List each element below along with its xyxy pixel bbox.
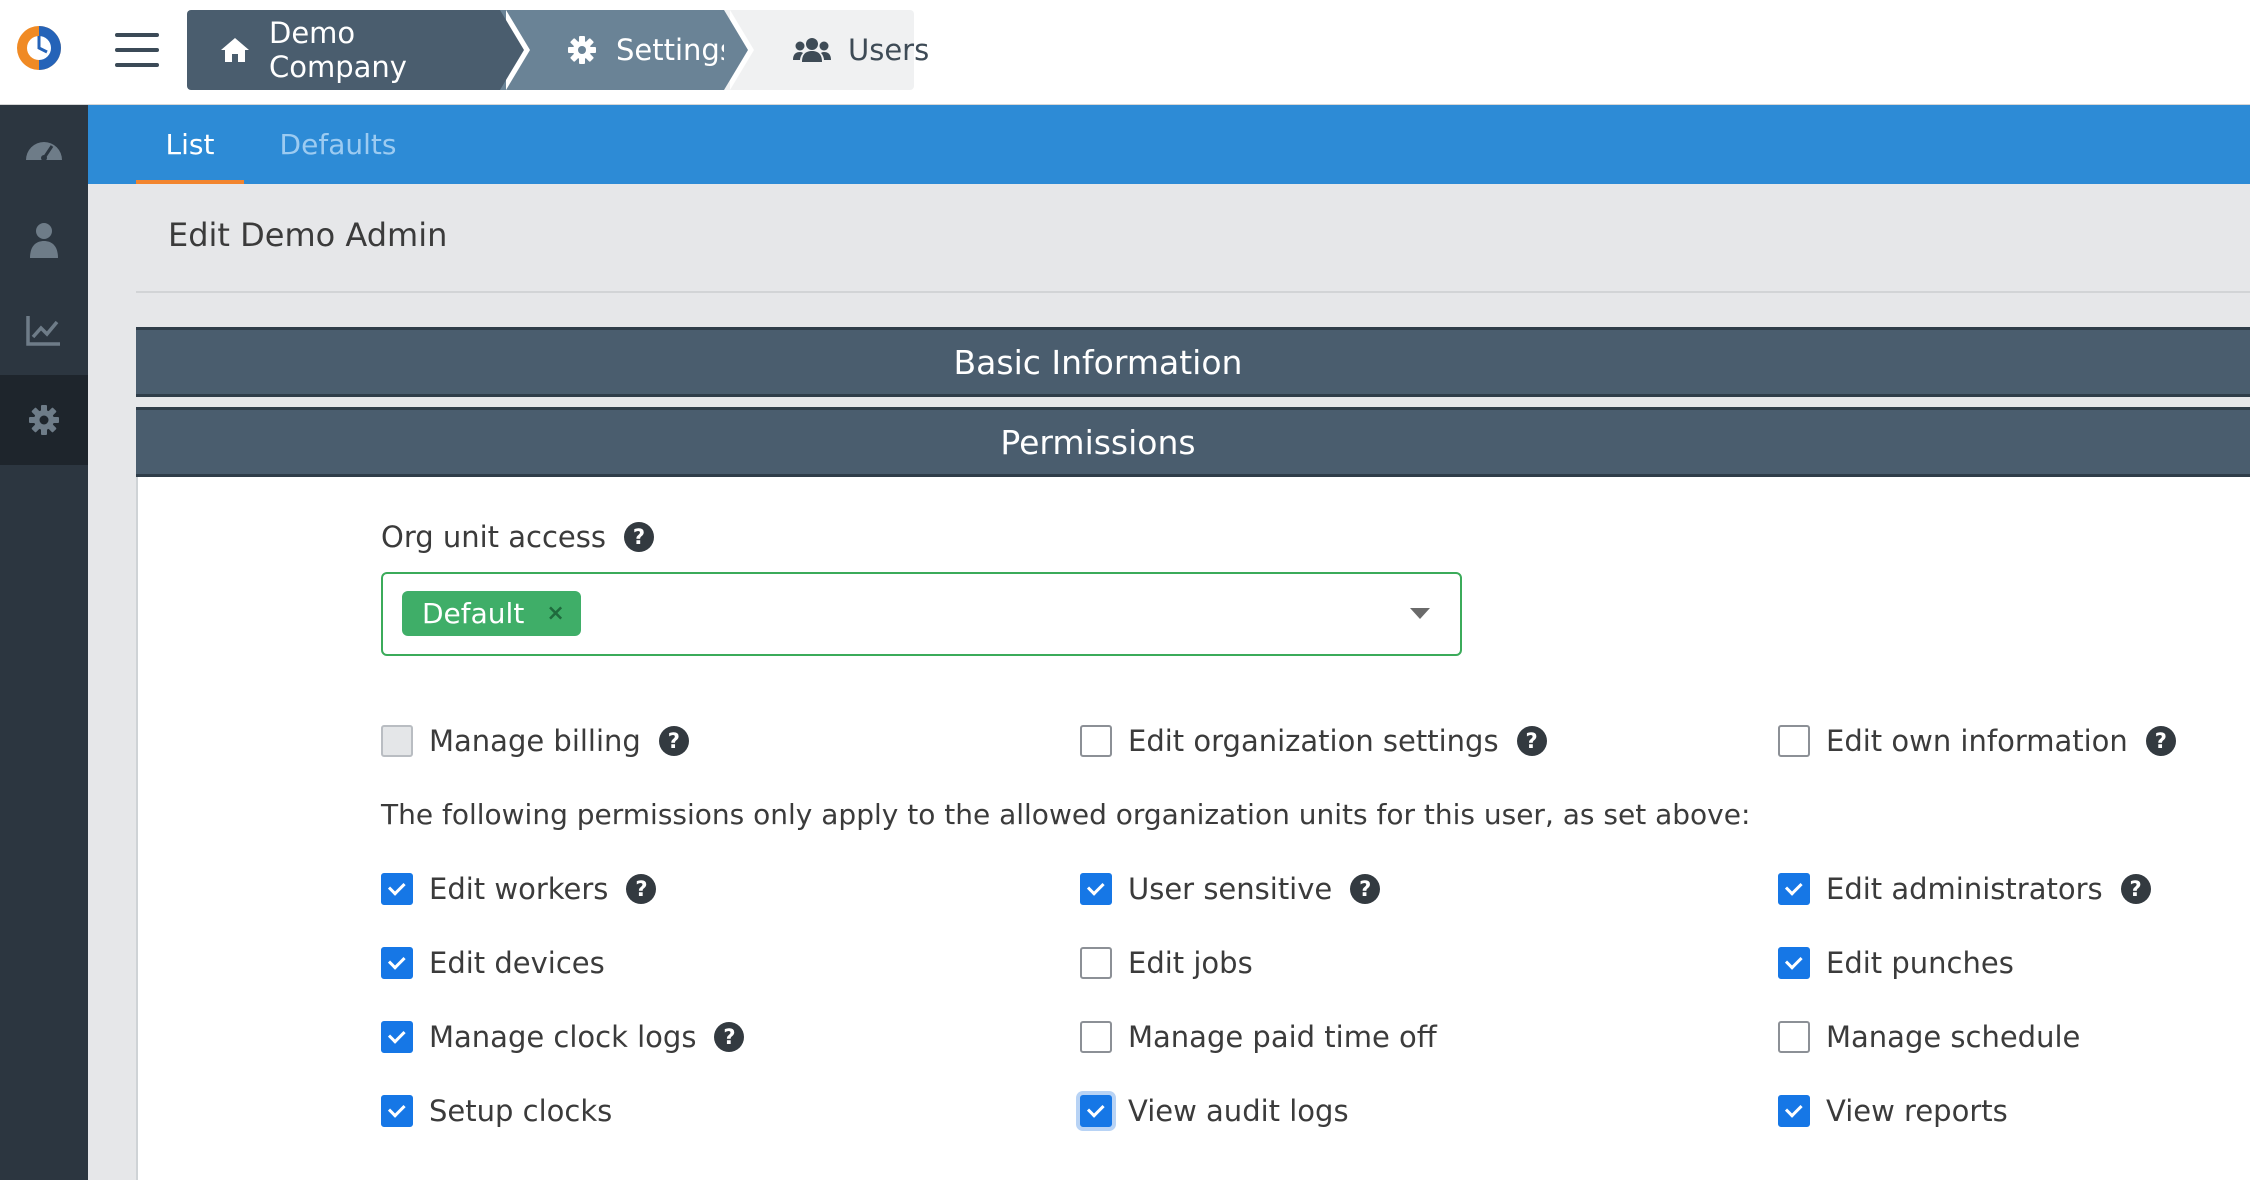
checkbox[interactable]	[381, 725, 413, 757]
breadcrumb-separator	[500, 10, 524, 90]
checkbox[interactable]	[1080, 947, 1112, 979]
permission-manage-billing: Manage billing ?	[381, 724, 689, 758]
remove-tag-icon[interactable]: ×	[546, 601, 564, 626]
permission-manage-schedule: Manage schedule	[1778, 1020, 2080, 1054]
checkbox[interactable]	[1778, 725, 1810, 757]
breadcrumb: Demo Company Settings Users	[187, 10, 929, 90]
field-label-text: Org unit access	[381, 520, 606, 554]
permission-label: Edit punches	[1826, 946, 2014, 980]
checkbox[interactable]	[1080, 1021, 1112, 1053]
app-logo[interactable]	[14, 23, 64, 73]
help-icon[interactable]: ?	[2120, 874, 2151, 904]
checkbox[interactable]	[1778, 1095, 1810, 1127]
permission-manage-clock-logs: Manage clock logs ?	[381, 1020, 745, 1054]
dashboard-icon	[24, 130, 64, 170]
permission-label: Manage clock logs	[429, 1020, 697, 1054]
top-bar: Demo Company Settings Users	[0, 0, 2250, 105]
permissions-note: The following permissions only apply to …	[381, 798, 1751, 831]
menu-toggle-button[interactable]	[115, 33, 159, 67]
permission-label: Edit own information	[1826, 724, 2128, 758]
permission-label: Manage paid time off	[1128, 1020, 1437, 1054]
breadcrumb-label: Settings	[616, 33, 735, 67]
permission-edit-organization-settings: Edit organization settings ?	[1080, 724, 1547, 758]
permission-label: View audit logs	[1128, 1094, 1349, 1128]
checkbox[interactable]	[381, 873, 413, 905]
tab-defaults[interactable]: Defaults	[268, 105, 408, 184]
permission-label: Edit administrators	[1826, 872, 2103, 906]
sidebar-item-reports[interactable]	[0, 285, 88, 375]
checkbox[interactable]	[381, 1021, 413, 1053]
page-title: Edit Demo Admin	[168, 216, 448, 254]
breadcrumb-company[interactable]: Demo Company	[187, 10, 530, 90]
tab-bar: List Defaults	[88, 105, 2250, 184]
breadcrumb-label: Users	[848, 33, 930, 67]
breadcrumb-separator	[724, 10, 748, 90]
permission-view-audit-logs: View audit logs	[1080, 1094, 1349, 1128]
permission-edit-workers: Edit workers ?	[381, 872, 657, 906]
permission-label: Manage billing	[429, 724, 641, 758]
gear-icon	[26, 402, 62, 438]
sidebar-item-settings[interactable]	[0, 375, 88, 465]
permission-edit-administrators: Edit administrators ?	[1778, 872, 2151, 906]
checkbox[interactable]	[381, 1095, 413, 1127]
permission-label: View reports	[1826, 1094, 2008, 1128]
checkbox[interactable]	[1778, 873, 1810, 905]
permission-label: Edit jobs	[1128, 946, 1253, 980]
checkbox[interactable]	[1778, 947, 1810, 979]
permission-label: User sensitive	[1128, 872, 1333, 906]
hamburger-line	[115, 63, 159, 67]
sidebar-item-dashboard[interactable]	[0, 105, 88, 195]
selected-tag: Default ×	[402, 591, 581, 636]
permission-label: Setup clocks	[429, 1094, 613, 1128]
permission-view-reports: View reports	[1778, 1094, 2008, 1128]
permission-manage-paid-time-off: Manage paid time off	[1080, 1020, 1437, 1054]
permission-user-sensitive: User sensitive ?	[1080, 872, 1381, 906]
section-permissions[interactable]: Permissions	[136, 407, 2250, 477]
permission-label: Edit organization settings	[1128, 724, 1499, 758]
checkbox[interactable]	[1080, 1095, 1112, 1127]
permission-label: Edit devices	[429, 946, 605, 980]
permission-label: Manage schedule	[1826, 1020, 2081, 1054]
breadcrumb-label: Demo Company	[269, 16, 407, 84]
help-icon[interactable]: ?	[1350, 874, 1381, 904]
gear-icon	[564, 32, 600, 68]
chart-icon	[24, 310, 64, 350]
section-basic-information[interactable]: Basic Information	[136, 327, 2250, 397]
checkbox[interactable]	[381, 947, 413, 979]
permission-setup-clocks: Setup clocks	[381, 1094, 612, 1128]
checkbox[interactable]	[1080, 725, 1112, 757]
permission-edit-punches: Edit punches	[1778, 946, 2014, 980]
permission-edit-jobs: Edit jobs	[1080, 946, 1253, 980]
permission-edit-own-information: Edit own information ?	[1778, 724, 2176, 758]
users-icon	[792, 32, 832, 68]
help-icon[interactable]: ?	[626, 874, 657, 904]
chevron-down-icon[interactable]	[1410, 608, 1430, 619]
permission-edit-devices: Edit devices	[381, 946, 605, 980]
worker-icon	[24, 220, 64, 260]
checkbox[interactable]	[1080, 873, 1112, 905]
permission-label: Edit workers	[429, 872, 609, 906]
sidebar-item-workers[interactable]	[0, 195, 88, 285]
hamburger-line	[115, 48, 159, 52]
help-icon[interactable]: ?	[2145, 726, 2176, 756]
checkbox[interactable]	[1778, 1021, 1810, 1053]
help-icon[interactable]: ?	[624, 522, 654, 552]
tab-list[interactable]: List	[136, 105, 244, 184]
hamburger-line	[115, 33, 159, 37]
home-icon	[217, 32, 253, 68]
org-unit-select[interactable]: Default ×	[381, 572, 1462, 656]
divider	[136, 291, 2250, 293]
help-icon[interactable]: ?	[1516, 726, 1547, 756]
help-icon[interactable]: ?	[714, 1022, 745, 1052]
sidebar	[0, 105, 88, 1180]
breadcrumb-settings[interactable]: Settings	[500, 10, 754, 90]
tag-label: Default	[422, 597, 525, 630]
help-icon[interactable]: ?	[658, 726, 689, 756]
org-unit-access-label: Org unit access ?	[381, 520, 654, 554]
